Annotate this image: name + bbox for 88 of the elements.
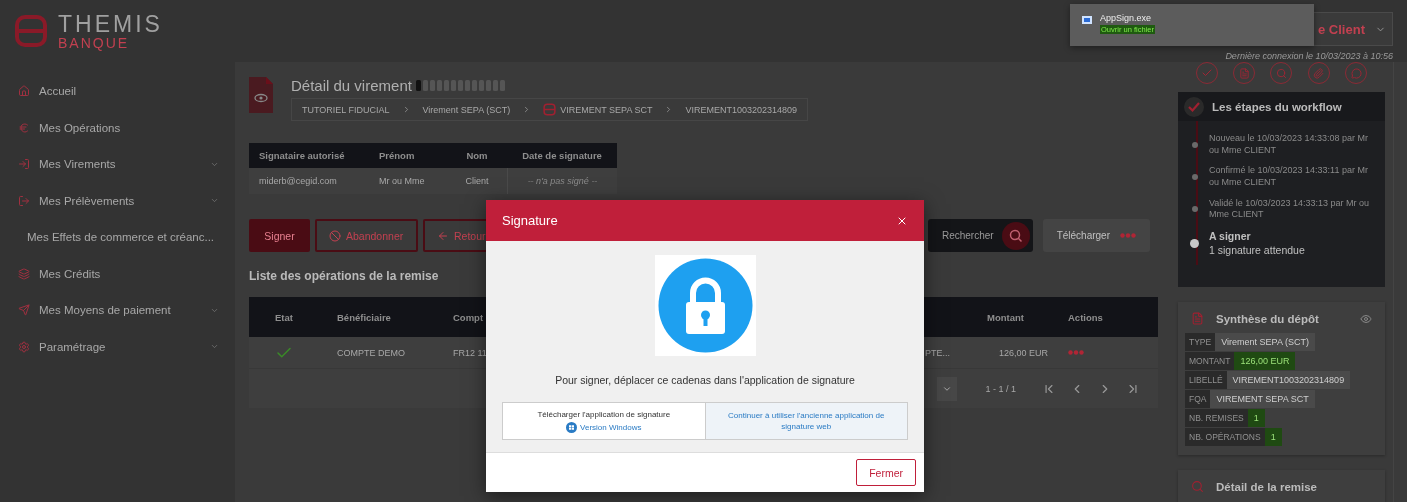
brand-subtitle: BANQUE — [58, 35, 131, 50]
pagination-range: 1 - 1 / 1 — [985, 383, 1016, 394]
breadcrumb-link[interactable]: VIREMENT SEPA SCT — [543, 103, 653, 116]
paperclip-icon — [1313, 67, 1325, 79]
column-header: Etat — [274, 310, 294, 325]
table-cell-text: COMPTE DEMO — [336, 346, 406, 360]
check-icon — [1200, 67, 1213, 79]
breadcrumb-link[interactable]: TUTORIEL FIDUCIAL — [302, 104, 390, 115]
table-cell-text: Client — [464, 175, 490, 188]
arrow-left-icon — [437, 229, 449, 242]
page-title: Détail du virement — [291, 77, 412, 94]
field-label: TYPE — [1185, 333, 1216, 351]
brand-name: THEMIS — [58, 12, 163, 36]
sidebar-item[interactable]: Mes Opérations — [0, 109, 235, 146]
column-header: Compt — [452, 310, 485, 325]
signature-status: -- n'a pas signé -- — [507, 168, 617, 194]
paper-plane-icon — [18, 304, 30, 317]
table-cell-text: Mr ou Mme — [378, 175, 426, 188]
last-login-text: Dernière connexion le 10/03/2023 à 10:56 — [1225, 51, 1393, 61]
workflow-step-text: Nouveau le 10/03/2023 14:33:08 par Mr ou Mme CLIENT — [1209, 133, 1370, 157]
column-header: Bénéficiaire — [336, 310, 392, 325]
card-title: Synthèse du dépôt — [1216, 312, 1319, 325]
workflow-step-text: A signer 1 signature attendue — [1209, 230, 1305, 258]
windows-icon — [566, 421, 578, 433]
table-cell-text: FR12 11 — [452, 346, 488, 360]
file-name: AppSign.exe — [1100, 13, 1153, 23]
home-icon — [18, 85, 30, 98]
field-value: VIREMENT SEPA SCT — [1210, 390, 1315, 408]
sidebar-item[interactable]: Mes Crédits — [0, 255, 235, 292]
column-header: Prénom — [378, 149, 416, 163]
column-header: Montant — [986, 310, 1025, 325]
windows-version-link[interactable]: Version Windows — [566, 421, 642, 433]
file-icon — [1082, 16, 1092, 24]
close-dialog-button[interactable]: Fermer — [856, 459, 916, 486]
table-cell-text: 126,00 EUR — [997, 346, 1049, 360]
settings-icon — [18, 340, 30, 353]
sidebar-item[interactable]: Paramétrage — [0, 328, 235, 365]
stack-icon — [18, 267, 30, 280]
field-value: 126,00 EUR — [1234, 352, 1296, 370]
arrow-into-box-icon — [18, 158, 30, 171]
document-eye-icon — [249, 77, 273, 113]
breadcrumb-link[interactable]: Virement SEPA (SCT) — [422, 104, 511, 115]
column-header: Nom — [465, 149, 489, 163]
field-label: NB. OPÉRATIONS — [1185, 428, 1265, 446]
column-header: Actions — [1067, 310, 1104, 325]
column-header: Date de signature — [521, 149, 603, 163]
section-title: Liste des opérations de la remise — [249, 269, 440, 283]
field-label: LIBELLÉ — [1185, 371, 1227, 389]
more-icon — [1068, 350, 1084, 355]
field-label: FQA — [1185, 390, 1211, 408]
table-cell-text: miderb@cegid.com — [258, 175, 338, 188]
document-icon — [1238, 67, 1250, 79]
breadcrumb-link[interactable]: VIREMENT1003202314809 — [685, 104, 797, 115]
field-value: Virement SEPA (SCT) — [1215, 333, 1315, 351]
sign-button[interactable]: Signer — [249, 219, 310, 252]
search-button[interactable]: Rechercher — [927, 219, 1033, 252]
column-header: Signataire autorisé — [258, 149, 346, 163]
workflow-step-text: Confirmé le 10/03/2023 14:33:11 par Mr ou Mme CLIENT — [1209, 165, 1369, 189]
document-icon — [1191, 312, 1204, 325]
page-size-select[interactable] — [937, 376, 958, 401]
dialog-message: Pour signer, déplacer ce cadenas dans l'application de signature — [555, 374, 855, 386]
arrow-out-box-icon — [18, 194, 30, 207]
dialog-title: Signature — [502, 213, 558, 228]
field-label: MONTANT — [1185, 352, 1235, 370]
sidebar-item[interactable]: Accueil — [0, 73, 235, 110]
logo-icon — [543, 103, 557, 116]
download-label: Télécharger l'application de signature — [537, 409, 671, 419]
sidebar-item[interactable]: Mes Virements — [0, 146, 235, 183]
more-icon — [1120, 233, 1136, 238]
ban-icon — [329, 229, 341, 242]
sidebar-item[interactable]: Mes Moyens de paiement — [0, 292, 235, 329]
sidebar-item[interactable]: Mes Effets de commerce et créanc... — [0, 219, 235, 256]
table-cell-text: PTE... — [925, 346, 951, 360]
sidebar-item[interactable]: Mes Prélèvements — [0, 182, 235, 219]
search-icon — [1001, 221, 1030, 250]
card-title: Détail de la remise — [1216, 480, 1317, 493]
card-title: Les étapes du workflow — [1212, 100, 1342, 113]
euro-icon — [18, 121, 30, 134]
search-icon — [1191, 480, 1204, 493]
eye-icon — [1360, 312, 1372, 325]
download-button[interactable]: Télécharger — [1042, 219, 1150, 252]
search-icon — [1275, 67, 1287, 79]
check-badge-icon — [1184, 96, 1204, 117]
field-value: VIREMENT1003202314809 — [1226, 371, 1351, 389]
speech-bubble-icon — [1350, 67, 1362, 79]
workflow-step-text: Validé le 10/03/2023 14:33:13 par Mr ou Mme CLIENT — [1209, 197, 1370, 222]
logo-icon — [14, 14, 48, 48]
field-label: NB. REMISES — [1185, 409, 1248, 427]
